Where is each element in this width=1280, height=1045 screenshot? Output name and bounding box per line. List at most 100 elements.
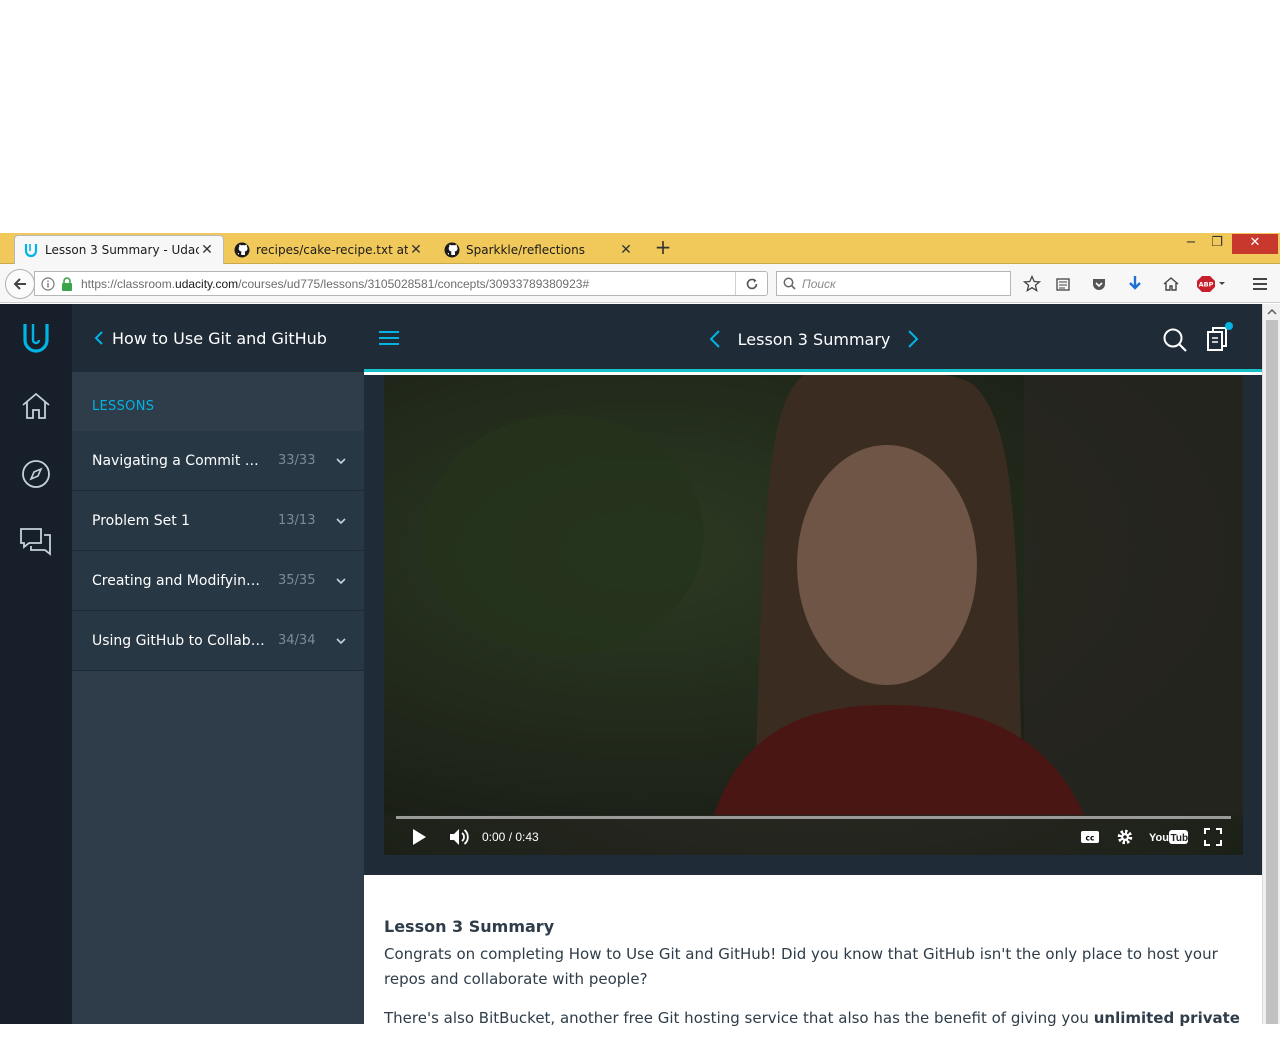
minimize-button[interactable]: − [1180, 234, 1202, 254]
hamburger-menu-icon[interactable] [378, 328, 400, 348]
lesson-title: Using GitHub to Collabo... [92, 632, 266, 649]
blank-area [0, 0, 1280, 233]
lesson-list: Navigating a Commit His... 33/33 Problem… [72, 431, 364, 671]
reload-icon [746, 278, 757, 289]
compass-icon[interactable] [18, 456, 54, 492]
restore-button[interactable]: ❐ [1206, 234, 1228, 254]
close-tab-icon[interactable]: ✕ [408, 242, 424, 258]
lock-icon[interactable] [61, 276, 73, 291]
svg-text:Tube: Tube [1171, 833, 1190, 844]
lesson-item[interactable]: Creating and Modifying ... 35/35 [72, 551, 364, 611]
video-frame [384, 375, 1243, 815]
video-progress-bar[interactable] [396, 816, 1231, 819]
browser-tab-bar: Lesson 3 Summary - Udac... ✕ recipes/cak… [0, 233, 1280, 264]
back-button[interactable] [5, 269, 35, 299]
previous-concept-button[interactable] [704, 327, 726, 351]
captions-button[interactable]: cc [1080, 825, 1100, 849]
content-paragraph: There's also BitBucket, another free Git… [384, 1009, 1240, 1027]
content-paragraph: Congrats on completing How to Use Git an… [384, 945, 1218, 988]
gear-icon [1117, 829, 1133, 845]
pocket-icon[interactable] [1088, 274, 1110, 294]
bookmark-star-icon[interactable] [1021, 274, 1043, 294]
browser-navbar: https://classroom.udacity.com/courses/ud… [0, 264, 1280, 303]
concept-navigation: Lesson 3 Summary [704, 324, 924, 354]
video-player[interactable]: 0:00 / 0:43 cc YouTube [384, 375, 1243, 855]
menu-icon[interactable] [1249, 274, 1271, 294]
udacity-logo-icon[interactable] [18, 320, 54, 356]
lesson-item[interactable]: Using GitHub to Collabo... 34/34 [72, 611, 364, 671]
notes-icon[interactable] [1204, 322, 1234, 354]
svg-text:You: You [1149, 832, 1169, 844]
video-time: 0:00 / 0:43 [482, 830, 539, 844]
lesson-item[interactable]: Navigating a Commit His... 33/33 [72, 431, 364, 491]
video-section: 0:00 / 0:43 cc YouTube [364, 375, 1262, 875]
home-icon[interactable] [18, 388, 54, 424]
scroll-up-arrow-icon[interactable] [1263, 304, 1280, 320]
downloads-icon[interactable] [1124, 274, 1146, 294]
volume-icon [450, 829, 469, 845]
udacity-icon [24, 244, 38, 258]
adblock-icon[interactable]: ABP [1196, 274, 1228, 294]
course-title: How to Use Git and GitHub [112, 328, 327, 348]
fullscreen-button[interactable] [1204, 825, 1222, 849]
concept-header: Lesson 3 Summary [364, 304, 1262, 372]
close-tab-icon[interactable]: ✕ [199, 242, 215, 258]
course-back-link[interactable]: How to Use Git and GitHub [72, 304, 364, 372]
window-close-button[interactable]: ✕ [1232, 234, 1278, 254]
tab-github-reflections[interactable]: Sparkkle/reflections ✕ [436, 235, 642, 264]
github-icon [234, 242, 250, 257]
captions-icon: cc [1081, 831, 1099, 843]
udacity-classroom: How to Use Git and GitHub LESSONS Naviga… [0, 304, 1280, 1027]
chevron-right-icon [908, 330, 919, 348]
concept-title: Lesson 3 Summary [737, 329, 891, 349]
chevron-left-icon [709, 330, 720, 348]
chevron-down-icon [336, 517, 346, 524]
lesson-item[interactable]: Problem Set 1 13/13 [72, 491, 364, 551]
youtube-button[interactable]: YouTube [1149, 825, 1189, 849]
lesson-title: Navigating a Commit His... [92, 452, 266, 469]
lesson-progress: 35/35 [278, 573, 316, 588]
page-scrollbar[interactable] [1262, 304, 1280, 1024]
search-icon [783, 277, 796, 290]
tab-github-recipes[interactable]: recipes/cake-recipe.txt at ... ✕ [226, 235, 432, 264]
lesson-title: Problem Set 1 [92, 512, 191, 529]
lesson-progress: 34/34 [278, 633, 316, 648]
course-sidebar: How to Use Git and GitHub LESSONS Naviga… [72, 304, 364, 1024]
fullscreen-icon [1204, 828, 1222, 846]
concept-text: Lesson 3 Summary Congrats on completing … [384, 916, 1244, 1045]
reading-list-icon[interactable] [1052, 274, 1074, 294]
content-heading: Lesson 3 Summary [384, 917, 555, 936]
chevron-down-icon [336, 637, 346, 644]
chevron-down-icon [336, 457, 346, 464]
lesson-progress: 13/13 [278, 513, 316, 528]
reload-button[interactable] [735, 272, 767, 295]
svg-text:ABP: ABP [1199, 281, 1214, 289]
settings-button[interactable] [1116, 825, 1134, 849]
chat-icon[interactable] [18, 524, 54, 560]
github-icon [444, 242, 460, 257]
svg-text:cc: cc [1086, 834, 1095, 843]
url-bar[interactable]: https://classroom.udacity.com/courses/ud… [34, 271, 768, 296]
home-icon[interactable] [1160, 274, 1182, 294]
search-input[interactable]: Поиск [776, 271, 1011, 296]
lesson-progress: 33/33 [278, 453, 316, 468]
lessons-heading: LESSONS [72, 372, 364, 431]
scrollbar-thumb[interactable] [1266, 320, 1278, 1024]
url-text: https://classroom.udacity.com/courses/ud… [81, 276, 590, 291]
close-tab-icon[interactable]: ✕ [618, 242, 634, 258]
volume-button[interactable] [448, 825, 470, 849]
play-button[interactable] [410, 825, 428, 849]
next-concept-button[interactable] [902, 327, 924, 351]
search-icon[interactable] [1162, 327, 1188, 353]
icon-rail [0, 304, 72, 1024]
tab-udacity[interactable]: Lesson 3 Summary - Udac... ✕ [14, 235, 224, 264]
back-arrow-icon [13, 278, 26, 290]
info-icon[interactable] [41, 276, 55, 291]
chevron-down-icon [336, 577, 346, 584]
lesson-title: Creating and Modifying ... [92, 572, 266, 589]
play-icon [413, 829, 426, 845]
concept-main: Lesson 3 Summary 0:00 / 0:43 cc You Tub … [364, 304, 1262, 1027]
chevron-left-icon [94, 331, 103, 345]
youtube-logo-icon: YouTube [1149, 830, 1190, 844]
new-tab-button[interactable]: + [652, 236, 674, 258]
